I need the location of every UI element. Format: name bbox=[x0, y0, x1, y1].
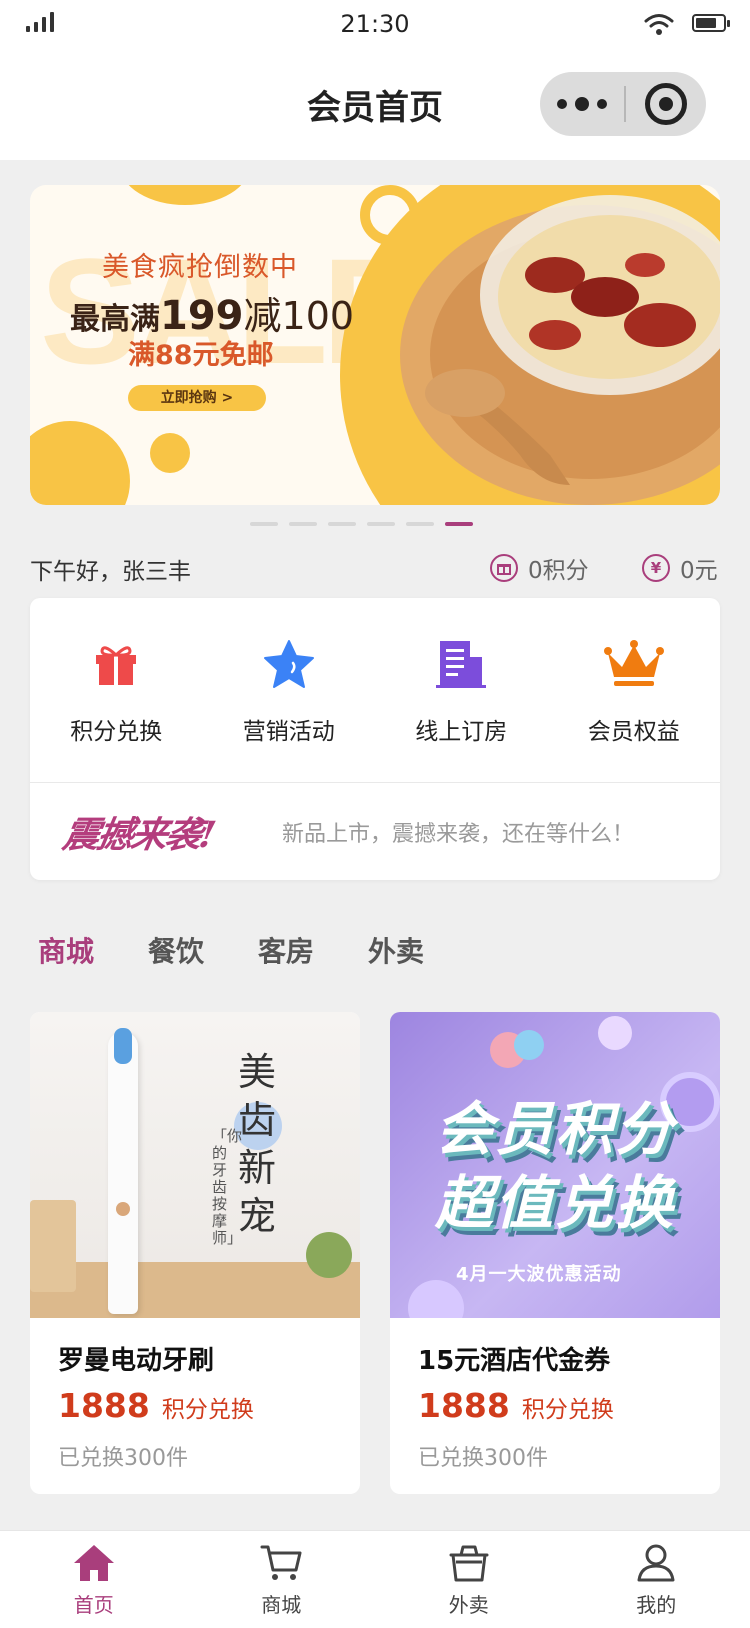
banner-decor-circle bbox=[30, 421, 130, 505]
points-balance[interactable]: 0积分 bbox=[490, 551, 589, 585]
tab-takeout[interactable]: 外卖 bbox=[368, 930, 424, 970]
more-icon[interactable] bbox=[540, 97, 624, 111]
banner-dot[interactable] bbox=[289, 522, 317, 526]
tabbar-label: 我的 bbox=[636, 1593, 677, 1617]
star-icon bbox=[259, 634, 319, 694]
banner-pagination bbox=[250, 522, 473, 526]
toothbrush-button bbox=[116, 1202, 130, 1216]
image-vertical-subtitle: 「你的牙齿按摩师」 bbox=[212, 1127, 243, 1247]
image-balloon bbox=[598, 1016, 632, 1050]
status-time: 21:30 bbox=[340, 10, 410, 38]
nav-header: 会员首页 bbox=[0, 52, 750, 160]
image-vertical-title: 美 齿 新 宠 bbox=[238, 1050, 277, 1238]
product-price: 1888 bbox=[58, 1386, 150, 1425]
image-cup bbox=[30, 1200, 76, 1292]
banner-dot[interactable] bbox=[406, 522, 434, 526]
offer-reduce-word: 减 bbox=[243, 294, 282, 338]
status-bar: 21:30 bbox=[0, 0, 750, 52]
product-price-row: 1888 积分兑换 bbox=[418, 1386, 614, 1425]
tabbar-item-mine[interactable]: 我的 bbox=[563, 1531, 750, 1628]
product-image-toothbrush: 美 齿 新 宠 「你的牙齿按摩师」 bbox=[30, 1012, 360, 1318]
banner-dot[interactable] bbox=[328, 522, 356, 526]
product-name: 15元酒店代金券 bbox=[418, 1346, 611, 1376]
tabbar-item-home[interactable]: 首页 bbox=[0, 1531, 188, 1628]
promo-logo: 震撼来袭! bbox=[59, 813, 217, 856]
product-image-points: 会员积分 超值兑换 4月一大波优惠活动 bbox=[390, 1012, 720, 1318]
bottom-tabbar: 首页 商城 外卖 我的 bbox=[0, 1530, 750, 1628]
menu-item-online-booking[interactable]: 线上订房 bbox=[375, 598, 548, 782]
banner-decor-circle bbox=[120, 185, 250, 205]
category-tabs: 商城 餐饮 客房 外卖 bbox=[38, 930, 424, 970]
product-sold: 已兑换300件 bbox=[58, 1446, 188, 1471]
banner-dot[interactable] bbox=[367, 522, 395, 526]
gift-circle-icon bbox=[490, 554, 518, 582]
building-icon bbox=[431, 634, 491, 694]
tab-dining[interactable]: 餐饮 bbox=[148, 930, 204, 970]
image-title-line1: 会员积分 bbox=[434, 1095, 675, 1163]
menu-label: 线上订房 bbox=[415, 719, 508, 745]
product-price: 1888 bbox=[418, 1386, 510, 1425]
banner-dot-active[interactable] bbox=[445, 522, 473, 526]
dessert-bowl-image bbox=[400, 195, 720, 505]
tabbar-item-takeout[interactable]: 外卖 bbox=[375, 1531, 563, 1628]
close-target-icon[interactable] bbox=[626, 83, 706, 125]
product-price-unit: 积分兑换 bbox=[161, 1397, 254, 1423]
bag-icon bbox=[449, 1545, 489, 1582]
product-sold: 已兑换300件 bbox=[418, 1446, 548, 1471]
menu-label: 会员权益 bbox=[587, 719, 680, 745]
money-label: 0元 bbox=[680, 558, 718, 584]
tabbar-label: 外卖 bbox=[448, 1593, 489, 1617]
menu-item-points-exchange[interactable]: 积分兑换 bbox=[30, 598, 203, 782]
menu-label: 积分兑换 bbox=[70, 719, 163, 745]
banner-decor-circle bbox=[150, 433, 190, 473]
image-title-line2: 超值兑换 bbox=[434, 1169, 675, 1237]
promo-text: 新品上市，震撼来袭，还在等什么！ bbox=[282, 821, 635, 847]
promo-banner[interactable]: SALE 美食疯抢倒数中 最高满199减100 满88元免邮 立即抢购 > bbox=[30, 185, 720, 505]
banner-shipping: 满88元免邮 bbox=[128, 340, 274, 371]
cart-icon bbox=[260, 1545, 302, 1580]
toothbrush-body bbox=[108, 1032, 138, 1314]
gift-icon bbox=[86, 634, 146, 694]
tabbar-item-mall[interactable]: 商城 bbox=[188, 1531, 376, 1628]
banner-offer: 最高满199减100 bbox=[70, 285, 354, 340]
menu-item-marketing[interactable]: 营销活动 bbox=[203, 598, 376, 782]
banner-dot[interactable] bbox=[250, 522, 278, 526]
product-price-unit: 积分兑换 bbox=[521, 1397, 614, 1423]
quick-menu-card: 积分兑换 营销活动 线上订房 会员权益 震撼来袭! 新品上市，震撼来袭，还在等什… bbox=[30, 598, 720, 880]
tab-rooms[interactable]: 客房 bbox=[258, 930, 314, 970]
tabbar-label: 首页 bbox=[73, 1593, 114, 1617]
greeting-text: 下午好，张三丰 bbox=[30, 559, 191, 585]
quick-menu-grid: 积分兑换 营销活动 线上订房 会员权益 bbox=[30, 598, 720, 782]
tabbar-label: 商城 bbox=[261, 1593, 302, 1617]
menu-label: 营销活动 bbox=[242, 719, 335, 745]
buy-now-button[interactable]: 立即抢购 > bbox=[128, 385, 266, 411]
promo-strip[interactable]: 震撼来袭! 新品上市，震撼来袭，还在等什么！ bbox=[30, 783, 720, 880]
mini-program-capsule bbox=[540, 72, 706, 136]
image-ribbon: 4月一大波优惠活动 bbox=[456, 1264, 622, 1285]
offer-prefix: 最高满 bbox=[70, 302, 160, 337]
wifi-icon bbox=[644, 14, 674, 35]
image-shelf bbox=[30, 1262, 360, 1318]
banner-headline: 美食疯抢倒数中 bbox=[102, 252, 298, 283]
product-card[interactable]: 会员积分 超值兑换 4月一大波优惠活动 15元酒店代金券 1888 积分兑换 已… bbox=[390, 1012, 720, 1494]
offer-reduce-value: 100 bbox=[281, 294, 355, 338]
product-name: 罗曼电动牙刷 bbox=[58, 1346, 215, 1376]
yen-circle-icon: ¥ bbox=[642, 554, 670, 582]
points-label: 0积分 bbox=[528, 558, 589, 584]
product-price-row: 1888 积分兑换 bbox=[58, 1386, 254, 1425]
toothbrush-head bbox=[114, 1028, 132, 1064]
menu-item-member-benefits[interactable]: 会员权益 bbox=[548, 598, 721, 782]
money-balance[interactable]: ¥ 0元 bbox=[642, 551, 718, 585]
image-plant bbox=[306, 1232, 352, 1278]
crown-icon bbox=[603, 634, 664, 694]
tab-mall[interactable]: 商城 bbox=[38, 930, 94, 970]
product-card[interactable]: 美 齿 新 宠 「你的牙齿按摩师」 罗曼电动牙刷 1888 积分兑换 已兑换30… bbox=[30, 1012, 360, 1494]
user-icon bbox=[637, 1544, 675, 1582]
battery-icon bbox=[692, 14, 730, 32]
image-balloon bbox=[514, 1030, 544, 1060]
home-icon bbox=[73, 1545, 114, 1581]
